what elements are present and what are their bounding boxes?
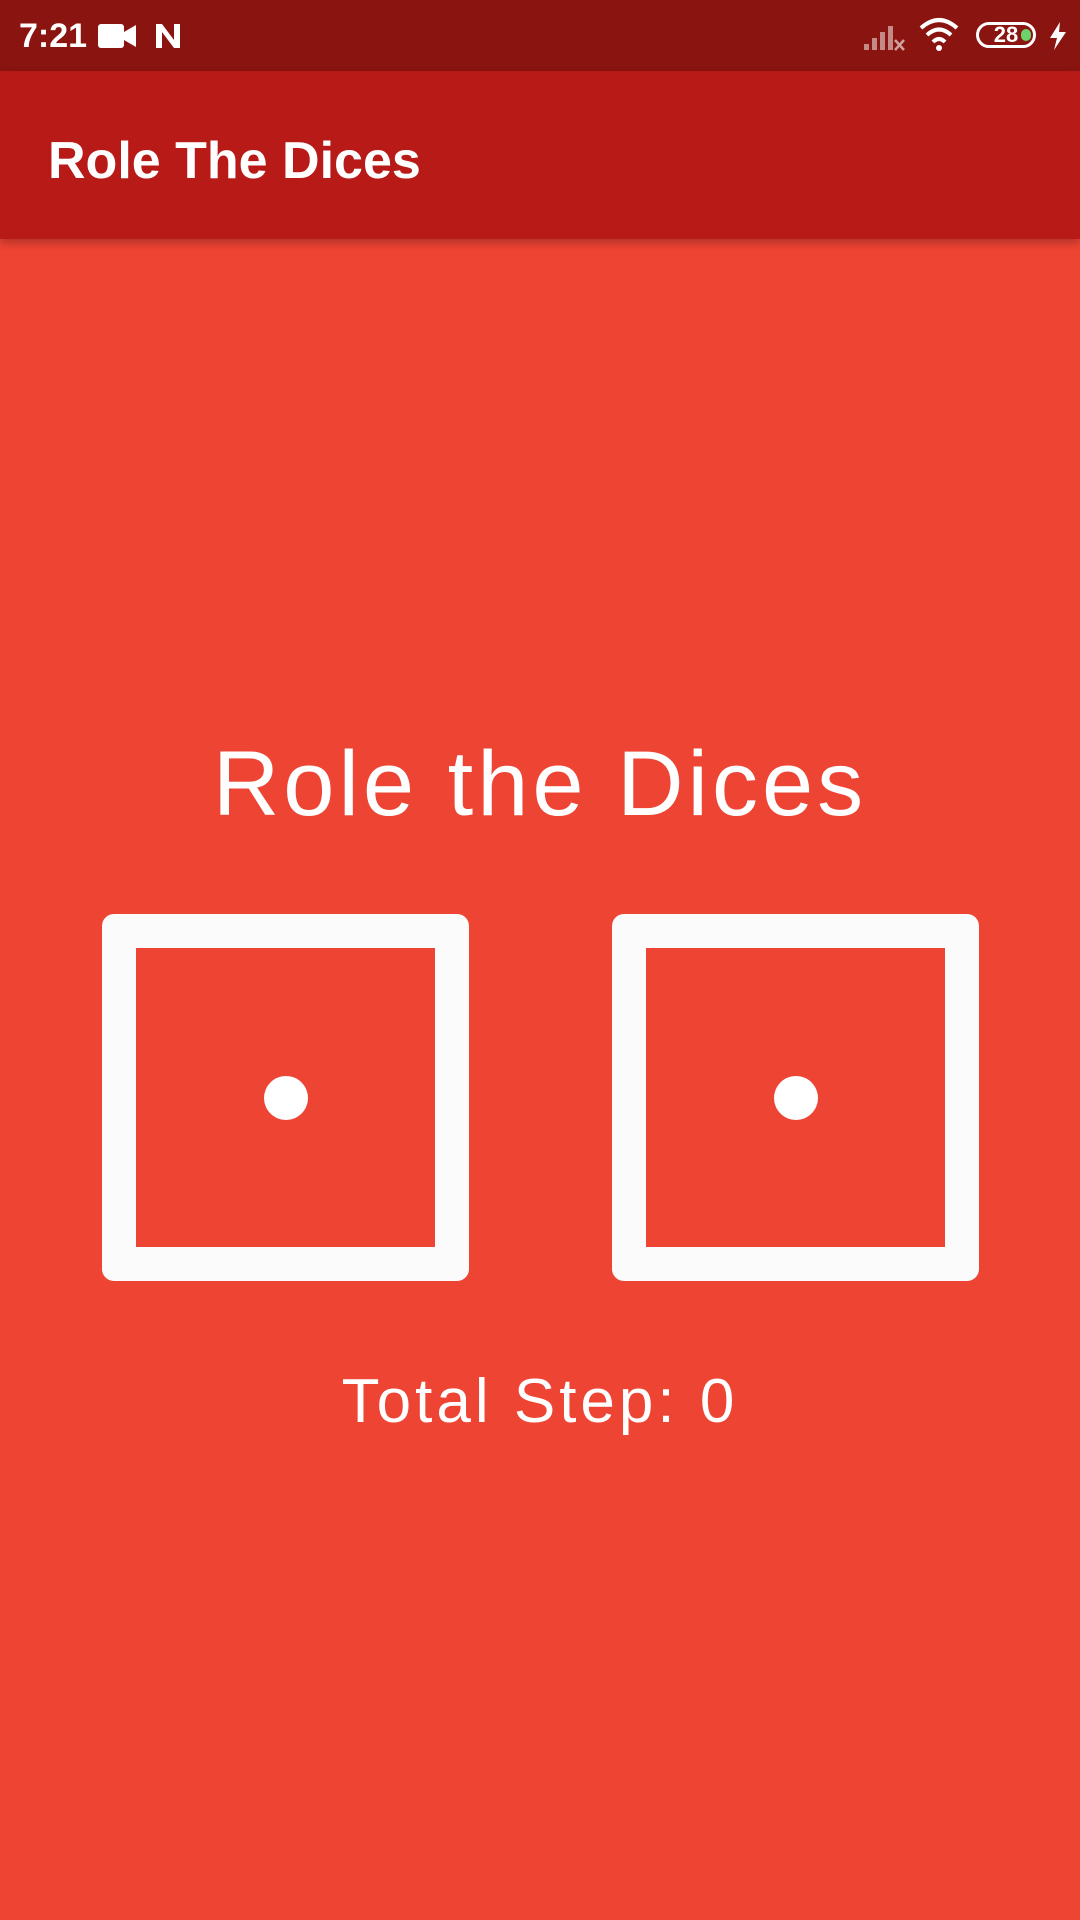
charging-bolt-icon bbox=[1050, 22, 1066, 50]
left-die-button[interactable] bbox=[102, 914, 469, 1281]
video-camera-icon bbox=[98, 24, 136, 48]
main-heading: Role the Dices bbox=[212, 733, 868, 835]
n-app-icon bbox=[156, 24, 180, 48]
die-pip bbox=[773, 1075, 818, 1120]
battery-charge-indicator bbox=[1021, 29, 1031, 41]
app-title: Role The Dices bbox=[48, 132, 421, 190]
status-time: 7:21 bbox=[19, 17, 88, 55]
total-step-label: Total Step: 0 bbox=[341, 1367, 739, 1436]
app-bar: Role The Dices bbox=[0, 71, 1080, 239]
battery-icon: 28 bbox=[976, 22, 1036, 48]
wifi-icon bbox=[919, 18, 959, 51]
battery-level: 28 bbox=[993, 22, 1019, 47]
signal-icon bbox=[864, 26, 905, 51]
status-left-icons bbox=[98, 24, 180, 48]
die-pip bbox=[263, 1075, 308, 1120]
status-bar: 7:21 28 bbox=[0, 0, 1080, 71]
right-die-button[interactable] bbox=[612, 914, 979, 1281]
